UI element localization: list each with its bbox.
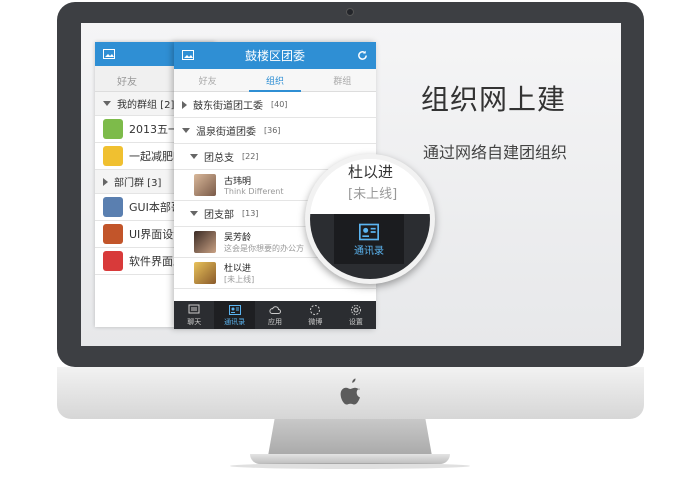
avatar: [194, 262, 216, 284]
camera-dot: [346, 8, 354, 16]
caret-down-icon: [182, 128, 190, 133]
contacts-card-icon: [359, 223, 379, 240]
caret-right-icon: [103, 177, 108, 186]
image-icon: [103, 49, 115, 59]
magnifier-zoom: 杜以进 [未上线] 通讯录: [305, 154, 435, 284]
stand-shadow: [230, 463, 470, 469]
nav-settings[interactable]: 设置: [336, 301, 376, 329]
zoom-nav-contacts: 通讯录: [334, 214, 404, 264]
subheadline: 通过网络自建团组织: [423, 143, 568, 162]
nav-weibo[interactable]: 微博: [295, 301, 335, 329]
app-title: 鼓楼区团委: [244, 49, 305, 63]
bottom-nav-bar: 聊天 通讯录 应用 微博 设置: [174, 301, 376, 329]
app-header: 鼓楼区团委: [174, 42, 376, 69]
nav-chat[interactable]: 聊天: [174, 301, 214, 329]
group-avatar: [103, 146, 123, 166]
gear-icon: [350, 304, 361, 315]
group-avatar: [103, 119, 123, 139]
group-avatar: [103, 197, 123, 217]
cloud-icon: [269, 305, 281, 314]
group-avatar: [103, 224, 123, 244]
avatar: [194, 174, 216, 196]
headline: 组织网上建: [421, 83, 567, 116]
tab-groups[interactable]: 群组: [309, 69, 376, 91]
tab-friends[interactable]: 好友: [174, 69, 241, 91]
org-group-row[interactable]: 温泉街道团委 [36]: [174, 118, 376, 144]
caret-down-icon: [103, 101, 111, 106]
org-group-row[interactable]: 鼓东街道团工委 [40]: [174, 92, 376, 118]
contacts-card-icon: [228, 304, 241, 315]
avatar: [194, 231, 216, 253]
tab-organization[interactable]: 组织: [241, 69, 308, 92]
caret-down-icon: [190, 154, 198, 159]
tab-bar: 好友 组织 群组: [174, 69, 376, 92]
group-avatar: [103, 251, 123, 271]
caret-down-icon: [190, 211, 198, 216]
monitor-stand-neck: [268, 419, 432, 456]
weibo-spinner-icon: [310, 304, 321, 315]
zoom-contact-area: 杜以进 [未上线]: [310, 159, 430, 214]
nav-contacts[interactable]: 通讯录: [214, 301, 255, 329]
apple-logo-icon: [340, 378, 360, 405]
nav-apps[interactable]: 应用: [255, 301, 295, 329]
chat-icon: [188, 304, 200, 313]
monitor-screen: 好友 我的群组 [2] 2013五一 一起减肥吧 部门群 [3] GUI本部哥 …: [81, 23, 621, 346]
image-icon[interactable]: [182, 50, 194, 60]
refresh-icon[interactable]: [357, 50, 368, 61]
caret-right-icon: [182, 100, 187, 109]
